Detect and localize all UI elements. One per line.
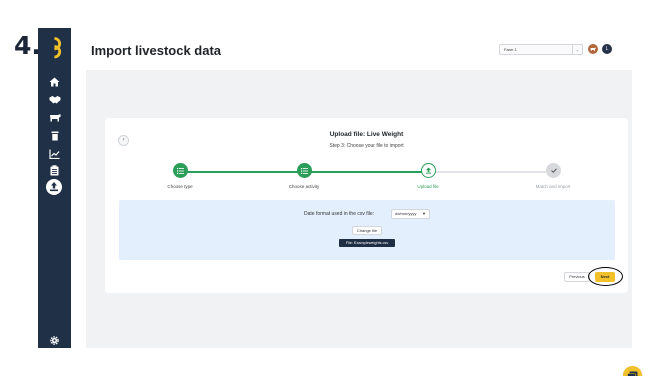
upload-area: Date format used in the csv file: dd/mm/… [119, 200, 615, 260]
screenshot-root: 4. Import livestock data Farm 1 ⌄ L ‹ Up… [0, 0, 670, 376]
step-label: Choose type [167, 184, 193, 189]
main-content: Import livestock data Farm 1 ⌄ L ‹ Uploa… [71, 28, 642, 376]
upload-icon [50, 182, 58, 192]
step-label: Choose activity [288, 184, 320, 189]
farm-select[interactable]: Farm 1 ⌄ [499, 44, 583, 55]
tutorial-step-number: 4. [14, 31, 41, 60]
page-title: Import livestock data [91, 43, 222, 58]
handshake-icon[interactable] [47, 92, 62, 107]
highlight-ring [588, 267, 623, 286]
step-3-icon [421, 163, 436, 178]
caret-down-icon: ▼ [422, 211, 426, 216]
date-format-select[interactable]: dd/mm/yyyy ▼ [391, 209, 430, 219]
user-avatar[interactable]: L [602, 44, 612, 54]
gear-icon[interactable] [47, 333, 62, 348]
chat-button[interactable] [623, 366, 642, 376]
step-label: Match and import [535, 184, 571, 189]
date-format-label: Date format used in the csv file: [304, 211, 375, 217]
livestock-icon [590, 47, 596, 51]
stepper-connector [187, 171, 301, 173]
home-icon[interactable] [47, 74, 62, 89]
change-file-button[interactable]: Change file [352, 226, 382, 235]
chart-icon[interactable] [47, 146, 62, 161]
app-logo[interactable] [46, 37, 63, 64]
farm-select-value: Farm 1 [504, 47, 517, 52]
previous-button[interactable]: Previous [564, 272, 590, 282]
stepper-connector [435, 171, 546, 173]
bin-icon[interactable] [47, 128, 62, 143]
upload-title: Upload file: Live Weight [329, 131, 404, 138]
step-2-icon [297, 163, 312, 178]
date-format-value: dd/mm/yyyy [395, 211, 417, 216]
chat-icon [627, 371, 638, 376]
sidebar [38, 28, 71, 348]
clipboard-icon[interactable] [47, 163, 62, 178]
farm-avatar[interactable] [588, 44, 598, 54]
stepper-connector [311, 171, 422, 173]
sidebar-item-upload[interactable] [46, 179, 62, 195]
step-4-icon [546, 163, 561, 178]
step-label: Upload file [417, 184, 439, 189]
step-1-icon [173, 163, 188, 178]
livestock-icon[interactable] [47, 110, 62, 125]
upload-subtitle: Step 3: Choose your file to import [329, 143, 404, 149]
upload-card: ‹ Upload file: Live Weight Step 3: Choos… [105, 118, 628, 293]
selected-file-badge: File: Exampleweights.csv [339, 239, 395, 247]
main-background: ‹ Upload file: Live Weight Step 3: Choos… [86, 70, 642, 376]
chevron-down-icon: ⌄ [572, 45, 582, 54]
